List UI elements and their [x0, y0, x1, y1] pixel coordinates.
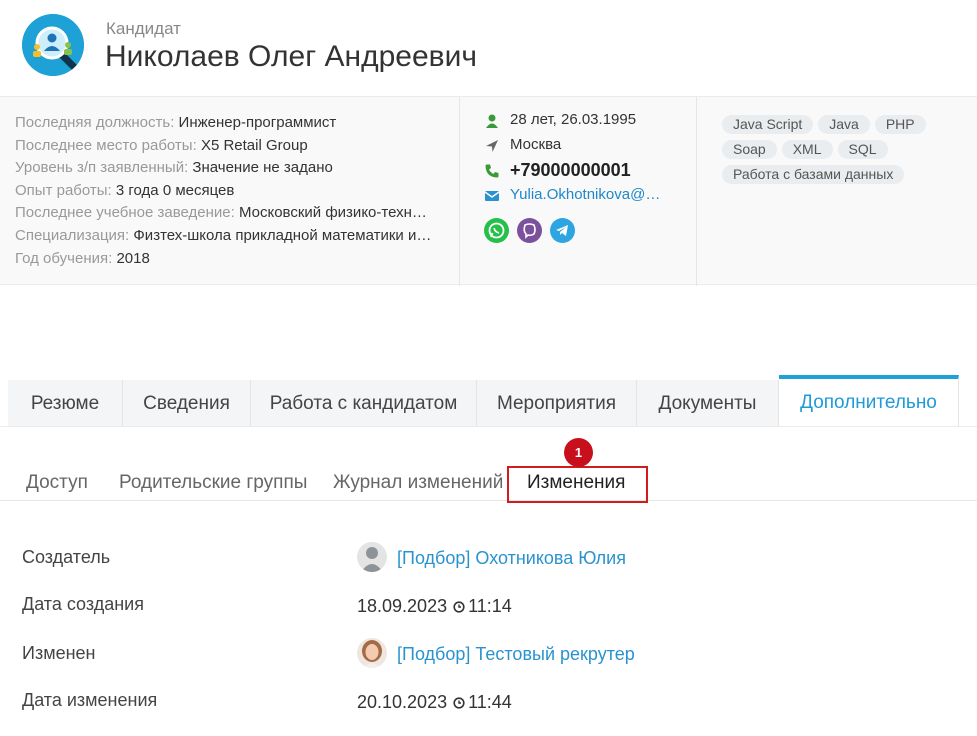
candidate-type-label: Кандидат: [106, 19, 181, 38]
modified-date-value: 20.10.2023 11:44: [357, 692, 512, 712]
created-date-value: 18.09.2023 11:14: [357, 596, 512, 616]
clock-icon: [453, 697, 465, 709]
whatsapp-icon[interactable]: [484, 218, 509, 243]
modified-date-label: Дата изменения: [22, 690, 158, 710]
info-row-study-year: Год обучения: 2018: [15, 249, 150, 267]
tab-resume[interactable]: Резюме: [8, 380, 123, 427]
subtab-access[interactable]: Доступ: [26, 472, 88, 494]
info-row-salary: Уровень з/п заявленный: Значение не зада…: [15, 159, 333, 177]
candidate-summary: Последняя должность: Инженер-программист…: [15, 112, 445, 270]
tab-events[interactable]: Мероприятия: [477, 380, 637, 427]
skill-tag: Java Script: [722, 115, 814, 134]
info-row-position: Последняя должность: Инженер-программист: [15, 114, 337, 131]
telegram-icon[interactable]: [550, 218, 575, 243]
modifier-link[interactable]: [Подбор] Тестовый рекрутер: [397, 644, 635, 665]
subtab-parent-groups[interactable]: Родительские группы: [119, 472, 307, 494]
info-row-education: Последнее учебное заведение: Московский …: [15, 204, 427, 222]
info-row-specialization: Специализация: Физтех-школа прикладной м…: [15, 226, 432, 244]
creator-avatar[interactable]: [357, 542, 387, 572]
info-row-workplace: Последнее место работы: X5 Retail Group: [15, 136, 308, 154]
creator-link[interactable]: [Подбор] Охотникова Юлия: [397, 548, 626, 569]
skill-tag: SQL: [837, 140, 888, 159]
age-row: 28 лет, 26.03.1995: [484, 109, 684, 134]
skill-tag: Soap: [722, 140, 777, 159]
modifier-avatar[interactable]: [357, 638, 387, 668]
email-row[interactable]: Yulia.Okhotnikova@mi…: [484, 184, 684, 209]
envelope-icon: [484, 191, 500, 201]
divider: [0, 426, 977, 427]
recruiting-search-icon: [22, 14, 84, 76]
location-arrow-icon: [486, 140, 498, 152]
divider: [459, 97, 460, 286]
candidate-name: Николаев Олег Андреевич: [105, 40, 477, 73]
created-date-label: Дата создания: [22, 594, 144, 614]
tab-candidate-work[interactable]: Работа с кандидатом: [251, 380, 477, 427]
divider: [0, 500, 977, 501]
viber-icon[interactable]: [517, 218, 542, 243]
skill-tag: Java: [818, 115, 870, 134]
skill-tags: Java Script Java PHP Soap XML SQL Работа с б…: [722, 115, 972, 190]
annotation-step-badge: 1: [564, 438, 593, 467]
candidate-header: Кандидат Николаев Олег Андреевич: [0, 0, 977, 96]
email-link[interactable]: Yulia.Okhotnikova@mi…: [510, 186, 670, 203]
city-text: Москва: [510, 136, 562, 153]
skill-tag: Работа с базами данных: [722, 165, 905, 184]
creator-label: Создатель: [22, 547, 111, 567]
tab-details[interactable]: Сведения: [123, 380, 251, 427]
candidate-info-panel: Последняя должность: Инженер-программист…: [0, 96, 977, 286]
phone-icon: [485, 164, 499, 178]
clock-icon: [453, 601, 465, 613]
city-row: Москва: [484, 134, 684, 159]
age-text: 28 лет, 26.03.1995: [510, 111, 637, 128]
phone-row[interactable]: +79000000001: [484, 159, 684, 184]
info-row-experience: Опыт работы: 3 года 0 месяцев: [15, 181, 235, 199]
candidate-contacts: 28 лет, 26.03.1995 Москва +79000000001 Y…: [484, 109, 684, 209]
subtab-change-log[interactable]: Журнал изменений: [333, 472, 503, 494]
skill-tag: PHP: [874, 115, 926, 134]
modified-by-label: Изменен: [22, 643, 96, 663]
annotation-highlight-box: [507, 466, 648, 503]
skill-tag: XML: [781, 140, 833, 159]
tab-documents[interactable]: Документы: [637, 380, 779, 427]
divider: [696, 97, 697, 286]
tab-additional[interactable]: Дополнительно: [779, 375, 959, 427]
phone-number[interactable]: +79000000001: [510, 160, 631, 181]
person-icon: [486, 114, 498, 128]
